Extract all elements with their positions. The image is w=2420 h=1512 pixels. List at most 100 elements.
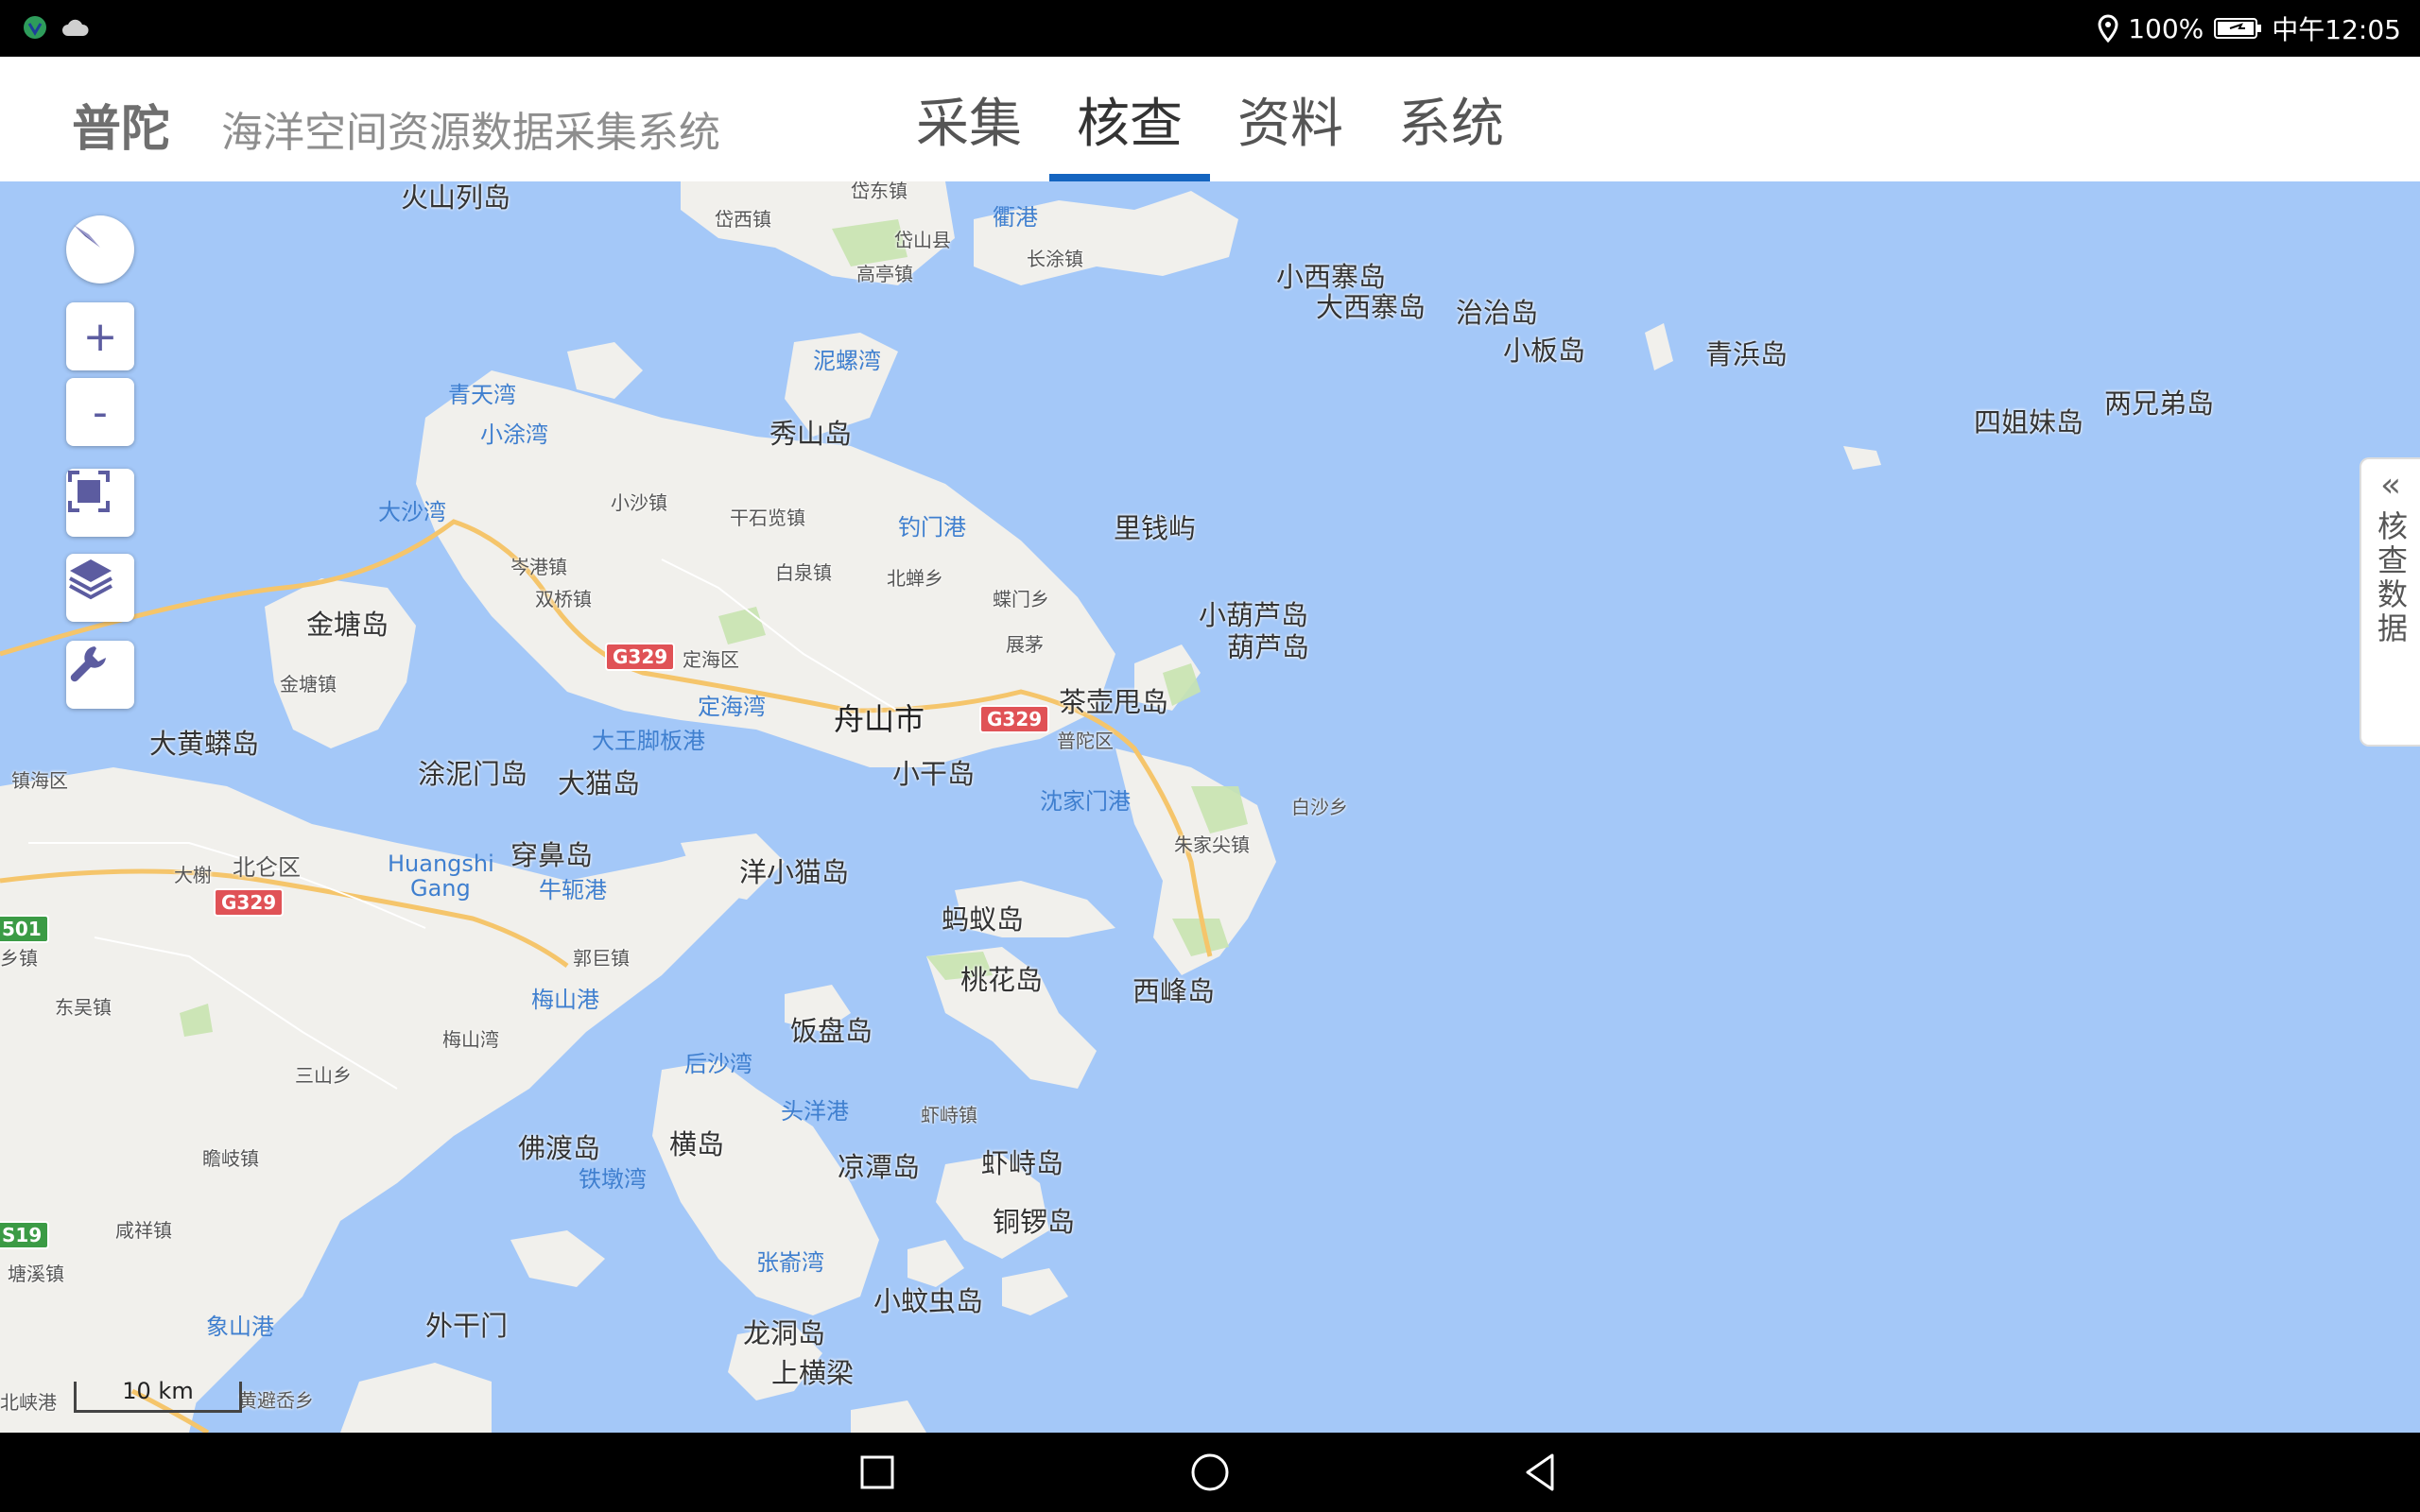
tools-button[interactable] bbox=[66, 641, 134, 709]
zoom-out-button[interactable]: - bbox=[66, 378, 134, 446]
verify-data-panel-toggle[interactable]: « 核查数据 bbox=[2360, 457, 2420, 747]
map-label: 钓门港 bbox=[898, 514, 966, 541]
map-label: 沈家门港 bbox=[1040, 788, 1131, 815]
tab-materials[interactable]: 资料 bbox=[1210, 57, 1371, 181]
map-label: 展茅 bbox=[1006, 633, 1044, 656]
map-label: 穿鼻岛 bbox=[510, 839, 594, 871]
map-label: 黄避岙乡 bbox=[238, 1389, 314, 1412]
map-view[interactable]: G329 G329 G329 501 S19 火山列岛 岱西镇 岱东镇 衢港 岱… bbox=[0, 181, 2420, 1433]
map-label: 横岛 bbox=[669, 1128, 725, 1160]
battery-percent: 100% bbox=[2128, 12, 2204, 44]
layers-button[interactable] bbox=[66, 554, 134, 622]
map-label: 定海区 bbox=[683, 648, 739, 671]
fullscreen-icon bbox=[68, 471, 110, 512]
map-label: Gang bbox=[410, 875, 471, 902]
map-label: 咸祥镇 bbox=[115, 1219, 172, 1242]
map-label: 虾峙镇 bbox=[921, 1104, 977, 1126]
home-icon[interactable] bbox=[1189, 1452, 1231, 1493]
system-nav-bar bbox=[0, 1433, 2420, 1512]
map-label: 张嵛湾 bbox=[756, 1249, 824, 1276]
map-label: 青天湾 bbox=[448, 382, 516, 408]
map-label: 上横梁 bbox=[771, 1357, 855, 1389]
map-label: 岑港镇 bbox=[510, 556, 567, 578]
map-label: 高亭镇 bbox=[856, 263, 913, 285]
map-label: 头洋港 bbox=[781, 1098, 849, 1125]
map-label: 茶壶甩岛 bbox=[1059, 686, 1169, 718]
map-label: 长涂镇 bbox=[1027, 248, 1083, 270]
map-label: 东吴镇 bbox=[55, 996, 112, 1019]
map-label: 秀山岛 bbox=[769, 418, 853, 450]
map-label: 青浜岛 bbox=[1705, 338, 1789, 370]
battery-charging-icon bbox=[2214, 18, 2262, 39]
map-label: 火山列岛 bbox=[401, 181, 511, 214]
map-label: 金塘镇 bbox=[280, 673, 337, 696]
tab-verify[interactable]: 核查 bbox=[1049, 57, 1210, 181]
map-label: 洋小猫岛 bbox=[739, 856, 850, 888]
map-label: 小涂湾 bbox=[480, 421, 548, 448]
map-label: 桃花岛 bbox=[960, 964, 1044, 996]
map-label: 瞻岐镇 bbox=[202, 1147, 259, 1170]
main-tabs: 采集 核查 资料 系统 bbox=[889, 57, 1531, 181]
map-label: 四姐妹岛 bbox=[1974, 406, 2084, 438]
tab-collect[interactable]: 采集 bbox=[889, 57, 1049, 181]
map-land-layer bbox=[0, 181, 1881, 1433]
road-shield: G329 bbox=[214, 888, 285, 917]
road-shield: G329 bbox=[979, 705, 1050, 733]
map-label: 普陀区 bbox=[1057, 730, 1114, 752]
scale-label: 10 km bbox=[122, 1378, 194, 1404]
map-label: 塘溪镇 bbox=[8, 1263, 64, 1285]
fullscreen-button[interactable] bbox=[66, 469, 134, 537]
road-shield: G329 bbox=[605, 643, 676, 671]
map-label: 蚂蚁岛 bbox=[942, 903, 1025, 936]
clock: 中午12:05 bbox=[2272, 14, 2401, 45]
map-label: 白沙乡 bbox=[1291, 796, 1348, 818]
zoom-in-icon: + bbox=[82, 312, 118, 361]
map-label: 舟山市 bbox=[834, 701, 925, 737]
map-label: 大王脚板港 bbox=[592, 728, 705, 754]
scale-bar: 10 km bbox=[74, 1378, 242, 1413]
map-label: 大沙湾 bbox=[378, 499, 446, 525]
map-label: 小板岛 bbox=[1503, 335, 1586, 367]
recent-apps-icon[interactable] bbox=[856, 1452, 898, 1493]
map-label: 双桥镇 bbox=[535, 588, 592, 610]
map-label: 铜锣岛 bbox=[993, 1206, 1076, 1238]
map-label: 小蚊虫岛 bbox=[873, 1285, 984, 1317]
map-label: 小干岛 bbox=[892, 758, 976, 790]
map-label: 大猫岛 bbox=[558, 767, 641, 799]
map-label: 虾峙岛 bbox=[981, 1147, 1064, 1179]
map-label: 蝶门乡 bbox=[993, 588, 1049, 610]
compass-icon bbox=[74, 225, 100, 248]
map-label: 龙洞岛 bbox=[743, 1317, 826, 1349]
app-subtitle: 海洋空间资源数据采集系统 bbox=[221, 109, 720, 157]
map-label: 大西寨岛 bbox=[1316, 291, 1426, 323]
map-label: 金塘岛 bbox=[306, 609, 389, 641]
tab-system[interactable]: 系统 bbox=[1371, 57, 1531, 181]
app-header: 普陀 海洋空间资源数据采集系统 采集 核查 资料 系统 bbox=[0, 57, 2420, 181]
map-label: 白泉镇 bbox=[775, 561, 832, 584]
map-label: 三山乡 bbox=[295, 1064, 352, 1087]
map-label: 涂泥门岛 bbox=[418, 758, 528, 790]
map-label: 葫芦岛 bbox=[1227, 631, 1310, 663]
map-label: 大榭 bbox=[174, 864, 212, 886]
status-bar: 100% 中午12:05 bbox=[0, 0, 2420, 57]
map-label: 里钱屿 bbox=[1114, 512, 1197, 544]
map-label: 镇海区 bbox=[11, 769, 68, 792]
zoom-in-button[interactable]: + bbox=[66, 302, 134, 370]
map-label: 饭盘岛 bbox=[790, 1015, 873, 1047]
wrench-icon bbox=[70, 646, 106, 682]
map-label: 北峡港 bbox=[0, 1391, 57, 1414]
map-label: 乡镇 bbox=[0, 947, 38, 970]
map-label: 定海湾 bbox=[698, 694, 766, 720]
map-label: 朱家尖镇 bbox=[1174, 833, 1250, 856]
map-label: 北仑区 bbox=[233, 854, 301, 881]
map-label: 牛轭港 bbox=[539, 877, 607, 903]
map-label: 岱西镇 bbox=[715, 208, 771, 231]
map-label: 小沙镇 bbox=[611, 491, 667, 514]
map-label: 岱东镇 bbox=[851, 181, 908, 202]
layers-icon bbox=[69, 559, 112, 600]
map-label: 两兄弟岛 bbox=[2104, 387, 2215, 420]
compass-button[interactable] bbox=[66, 215, 134, 284]
back-icon[interactable] bbox=[1520, 1452, 1562, 1493]
map-label: 梅山湾 bbox=[442, 1028, 499, 1051]
map-label: 岱山县 bbox=[894, 229, 951, 251]
